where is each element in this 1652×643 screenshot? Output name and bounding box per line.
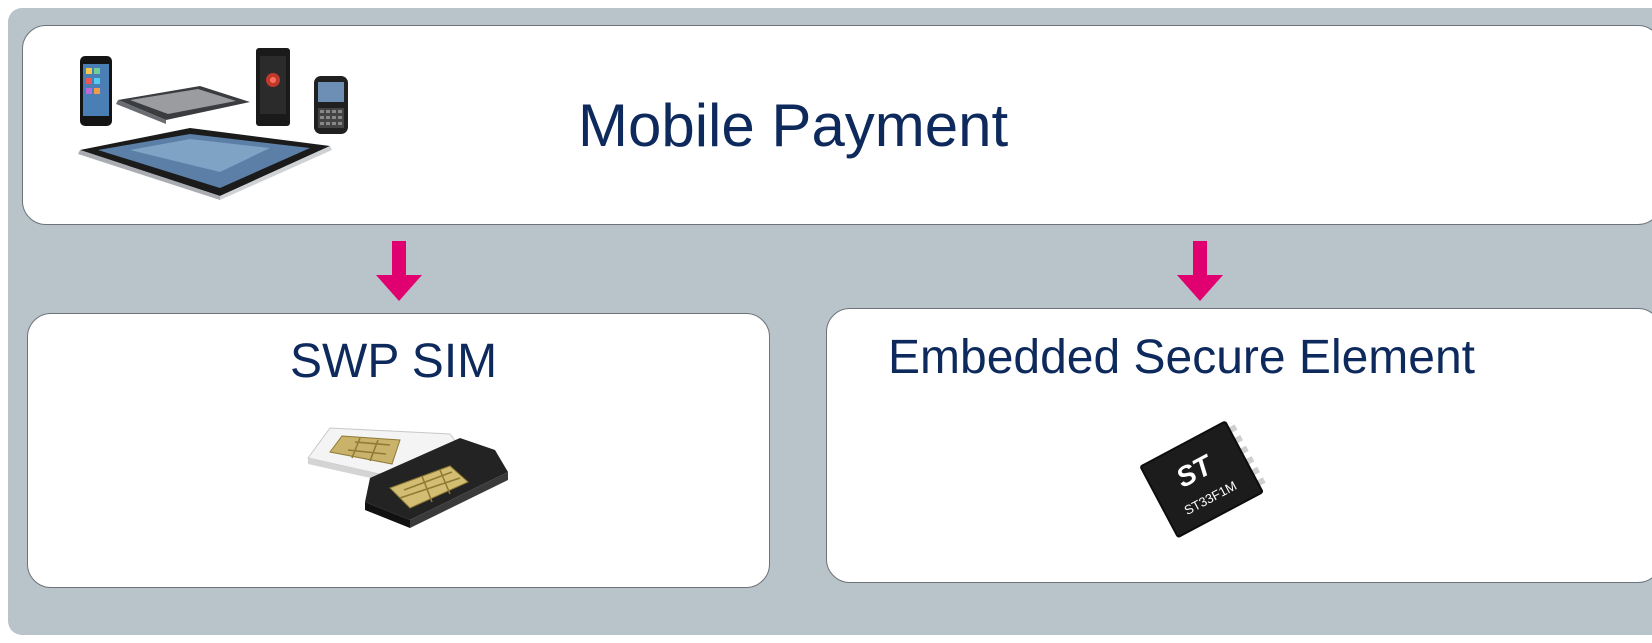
arrow-down-icon [376,241,422,301]
sim-cards-icon [307,427,508,528]
mobile-devices-icon [78,48,348,200]
phone-device [80,56,112,126]
secure-element-chip-icon: ST ST33F1M [1140,421,1266,538]
swp-sim-title: SWP SIM [290,335,498,388]
phone-device [314,76,348,134]
embedded-secure-element-title: Embedded Secure Element [888,331,1476,384]
mobile-payment-title: Mobile Payment [578,92,1009,159]
ereader-device [116,86,250,124]
tablet-device [78,128,332,200]
phone-device [256,48,290,126]
arrow-down-icon [1177,241,1223,301]
